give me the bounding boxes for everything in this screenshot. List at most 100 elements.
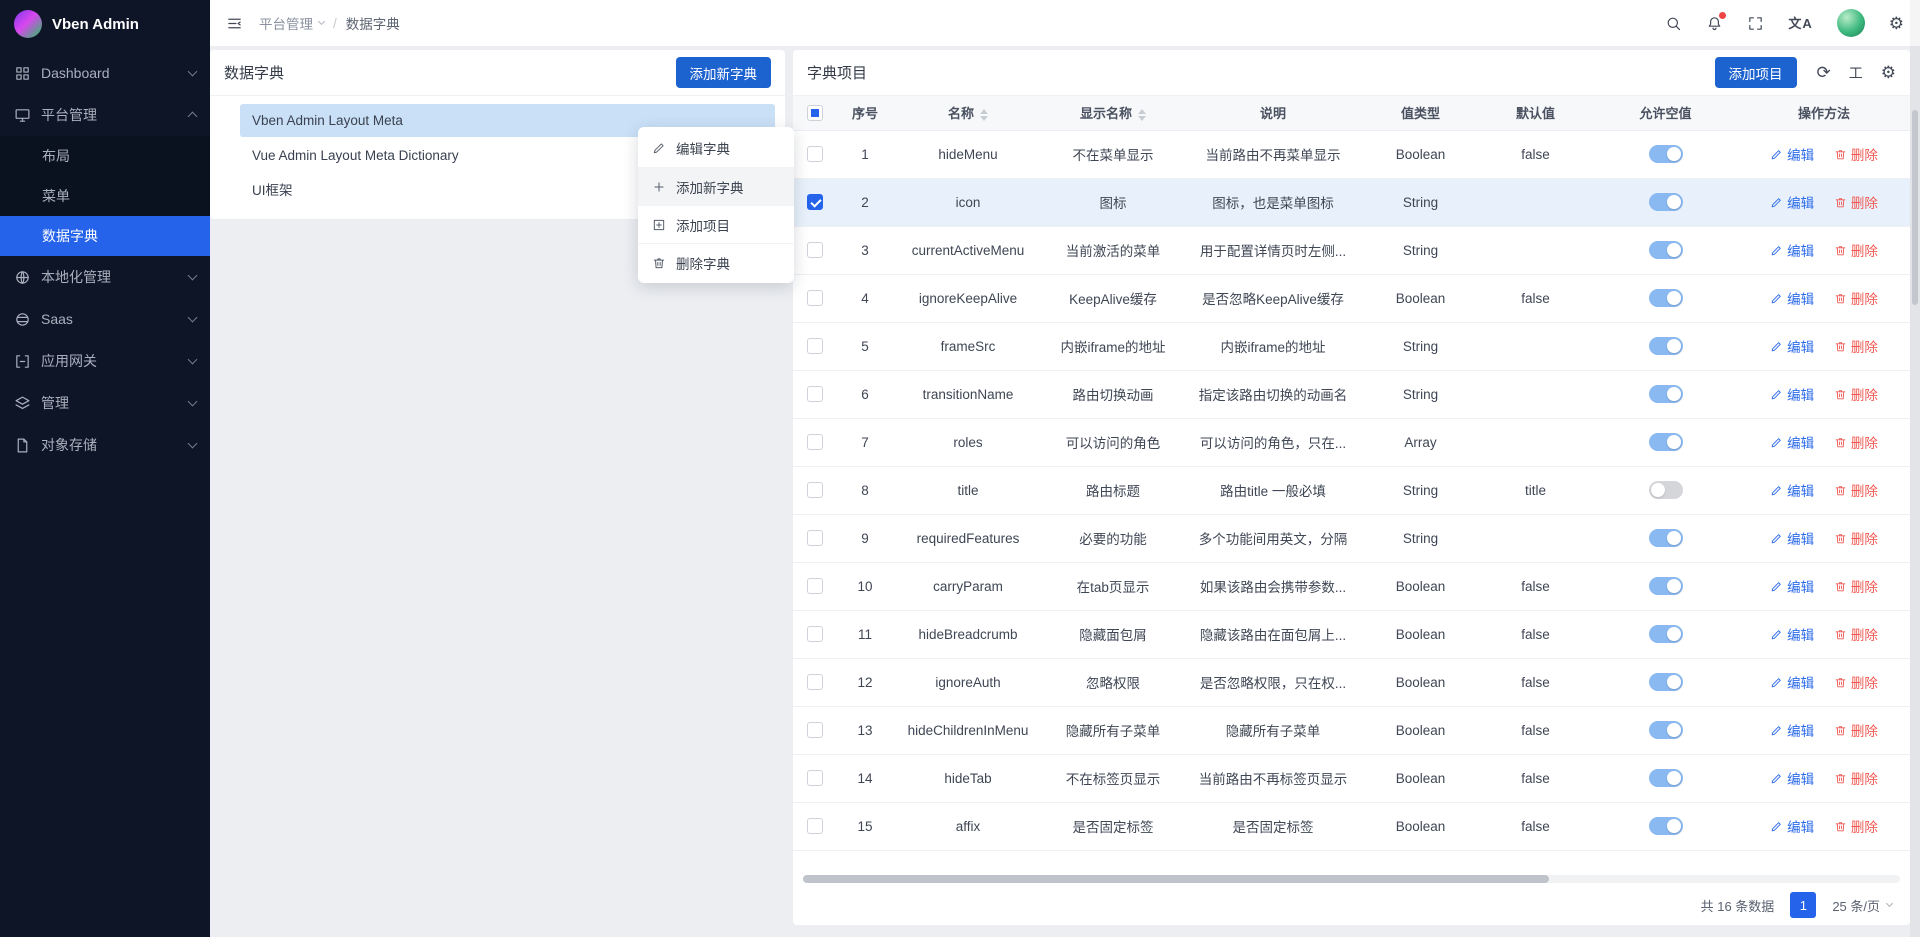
row-checkbox[interactable] [807,146,823,162]
allow-null-toggle[interactable] [1649,817,1683,835]
notification-bell-icon[interactable] [1706,15,1723,32]
delete-link[interactable]: 删除 [1834,480,1878,500]
row-checkbox[interactable] [807,338,823,354]
sidebar-item-localization[interactable]: 本地化管理 [0,256,210,298]
horizontal-scrollbar-thumb[interactable] [803,875,1549,883]
col-name[interactable]: 名称 [893,96,1043,130]
delete-link[interactable]: 删除 [1834,720,1878,740]
allow-null-toggle[interactable] [1649,577,1683,595]
fullscreen-icon[interactable] [1747,15,1764,32]
edit-link[interactable]: 编辑 [1770,288,1814,308]
table-row[interactable]: 8 title 路由标题 路由title 一般必填 String title 编… [793,466,1910,514]
row-checkbox[interactable] [807,194,823,210]
sidebar-item-dashboard[interactable]: Dashboard [0,52,210,94]
settings-gear-icon[interactable]: ⚙ [1889,15,1904,32]
allow-null-toggle[interactable] [1649,673,1683,691]
add-item-button[interactable]: 添加项目 [1715,57,1797,88]
allow-null-toggle[interactable] [1649,385,1683,403]
menu-item-add-item[interactable]: 添加项目 [638,205,794,243]
delete-link[interactable]: 删除 [1834,336,1878,356]
user-avatar[interactable] [1837,9,1865,37]
sidebar-item-object-storage[interactable]: 对象存储 [0,424,210,466]
allow-null-toggle[interactable] [1649,481,1683,499]
allow-null-toggle[interactable] [1649,769,1683,787]
delete-link[interactable]: 删除 [1834,816,1878,836]
allow-null-toggle[interactable] [1649,529,1683,547]
edit-link[interactable]: 编辑 [1770,336,1814,356]
edit-link[interactable]: 编辑 [1770,240,1814,260]
vertical-scrollbar[interactable] [1910,0,1920,937]
row-height-icon[interactable]: 工 [1849,66,1863,80]
edit-link[interactable]: 编辑 [1770,144,1814,164]
sort-icons[interactable] [980,109,988,121]
delete-link[interactable]: 删除 [1834,624,1878,644]
row-checkbox[interactable] [807,242,823,258]
column-settings-gear-icon[interactable]: ⚙ [1881,64,1896,81]
sidebar-item-menu[interactable]: 菜单 [0,176,210,216]
sidebar-item-data-dictionary[interactable]: 数据字典 [0,216,210,256]
delete-link[interactable]: 删除 [1834,240,1878,260]
delete-link[interactable]: 删除 [1834,672,1878,692]
table-row[interactable]: 13 hideChildrenInMenu 隐藏所有子菜单 隐藏所有子菜单 Bo… [793,706,1910,754]
row-checkbox[interactable] [807,530,823,546]
table-row[interactable]: 9 requiredFeatures 必要的功能 多个功能间用英文，分隔 Str… [793,514,1910,562]
allow-null-toggle[interactable] [1649,625,1683,643]
table-row[interactable]: 2 icon 图标 图标，也是菜单图标 String 编辑 删除 [793,178,1910,226]
edit-link[interactable]: 编辑 [1770,384,1814,404]
select-all-checkbox[interactable] [807,105,823,121]
edit-link[interactable]: 编辑 [1770,672,1814,692]
translate-icon[interactable]: 文A [1788,17,1812,30]
row-checkbox[interactable] [807,818,823,834]
row-checkbox[interactable] [807,722,823,738]
row-checkbox[interactable] [807,770,823,786]
delete-link[interactable]: 删除 [1834,144,1878,164]
edit-link[interactable]: 编辑 [1770,768,1814,788]
table-row[interactable]: 4 ignoreKeepAlive KeepAlive缓存 是否忽略KeepAl… [793,274,1910,322]
row-checkbox[interactable] [807,626,823,642]
vertical-scrollbar-thumb[interactable] [1912,110,1918,305]
refresh-icon[interactable]: ⟳ [1817,64,1831,81]
sidebar-item-management[interactable]: 管理 [0,382,210,424]
allow-null-toggle[interactable] [1649,241,1683,259]
row-checkbox[interactable] [807,290,823,306]
edit-link[interactable]: 编辑 [1770,480,1814,500]
table-row[interactable]: 1 hideMenu 不在菜单显示 当前路由不再菜单显示 Boolean fal… [793,130,1910,178]
breadcrumb-item-platform[interactable]: 平台管理 [259,13,324,33]
table-row[interactable]: 3 currentActiveMenu 当前激活的菜单 用于配置详情页时左侧..… [793,226,1910,274]
table-row[interactable]: 15 affix 是否固定标签 是否固定标签 Boolean false 编辑 … [793,802,1910,850]
sidebar-item-app-gateway[interactable]: 应用网关 [0,340,210,382]
sort-icons[interactable] [1138,109,1146,121]
app-logo[interactable]: Vben Admin [0,0,210,48]
edit-link[interactable]: 编辑 [1770,432,1814,452]
delete-link[interactable]: 删除 [1834,576,1878,596]
sidebar-item-layout[interactable]: 布局 [0,136,210,176]
sidebar-item-saas[interactable]: Saas [0,298,210,340]
edit-link[interactable]: 编辑 [1770,816,1814,836]
delete-link[interactable]: 删除 [1834,384,1878,404]
row-checkbox[interactable] [807,434,823,450]
sidebar-item-platform-management[interactable]: 平台管理 [0,94,210,136]
allow-null-toggle[interactable] [1649,145,1683,163]
page-size-select[interactable]: 25 条/页 [1832,896,1892,915]
add-dictionary-button[interactable]: 添加新字典 [676,57,772,88]
allow-null-toggle[interactable] [1649,433,1683,451]
allow-null-toggle[interactable] [1649,289,1683,307]
delete-link[interactable]: 删除 [1834,528,1878,548]
collapse-sidebar-icon[interactable] [226,15,243,32]
edit-link[interactable]: 编辑 [1770,192,1814,212]
edit-link[interactable]: 编辑 [1770,528,1814,548]
menu-item-add-dictionary[interactable]: 添加新字典 [638,167,794,205]
row-checkbox[interactable] [807,386,823,402]
allow-null-toggle[interactable] [1649,193,1683,211]
row-checkbox[interactable] [807,482,823,498]
horizontal-scrollbar[interactable] [803,875,1900,883]
delete-link[interactable]: 删除 [1834,432,1878,452]
table-row[interactable]: 10 carryParam 在tab页显示 如果该路由会携带参数... Bool… [793,562,1910,610]
row-checkbox[interactable] [807,578,823,594]
menu-item-delete-dictionary[interactable]: 删除字典 [638,243,794,281]
table-row[interactable]: 7 roles 可以访问的角色 可以访问的角色，只在... Array 编辑 删… [793,418,1910,466]
edit-link[interactable]: 编辑 [1770,624,1814,644]
table-row[interactable]: 5 frameSrc 内嵌iframe的地址 内嵌iframe的地址 Strin… [793,322,1910,370]
search-icon[interactable] [1665,15,1682,32]
table-row[interactable]: 14 hideTab 不在标签页显示 当前路由不再标签页显示 Boolean f… [793,754,1910,802]
